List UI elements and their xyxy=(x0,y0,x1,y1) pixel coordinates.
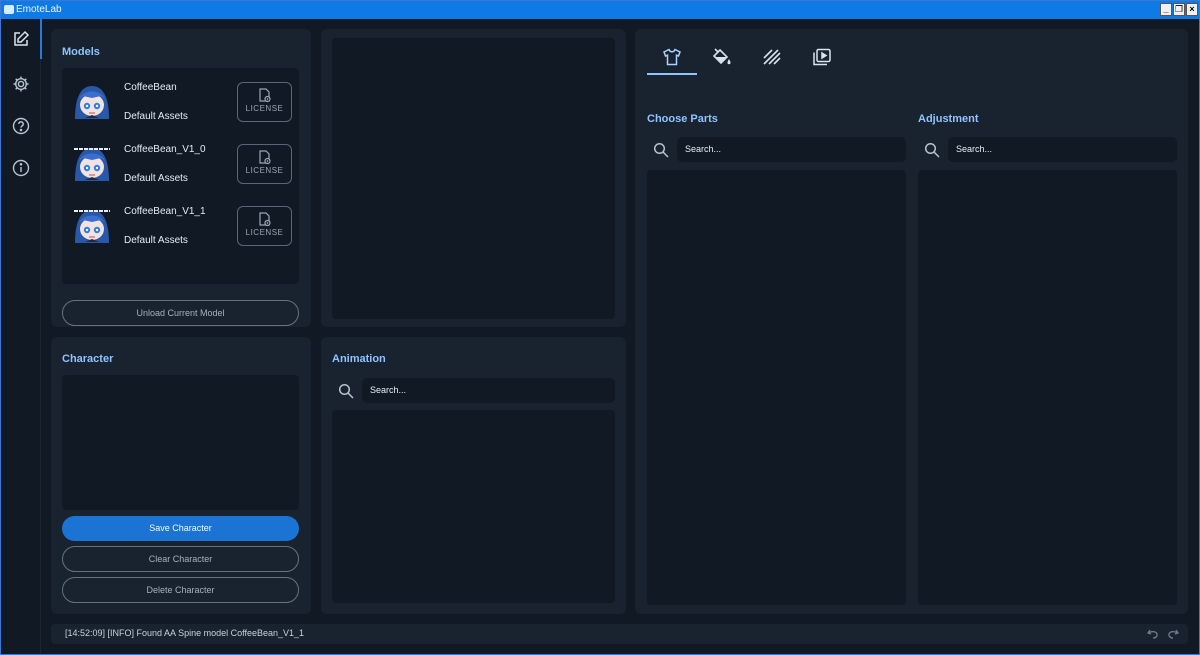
model-name: CoffeeBean_V1_0 xyxy=(124,144,206,155)
tab-pattern[interactable] xyxy=(747,39,797,75)
edit-icon xyxy=(14,30,30,46)
minimize-button[interactable]: _ xyxy=(1160,3,1172,16)
parts-search: Search... xyxy=(647,137,906,162)
tab-color[interactable] xyxy=(697,39,747,75)
tab-clothing[interactable] xyxy=(647,39,697,75)
title-bar: EmoteLab _ ❐ × xyxy=(1,1,1199,19)
nav-edit[interactable] xyxy=(1,19,42,59)
license-button[interactable]: LICENSE xyxy=(237,206,292,246)
status-log: [14:52:09] [INFO] Found AA Spine model C… xyxy=(65,628,304,638)
animation-list xyxy=(332,410,615,603)
nav-help[interactable] xyxy=(1,106,41,146)
model-name: CoffeeBean_V1_1 xyxy=(124,206,206,217)
models-panel: Models CoffeeBean Default Assets LICENSE… xyxy=(51,29,311,327)
redo-icon[interactable] xyxy=(1167,628,1179,640)
animation-search-input[interactable]: Search... xyxy=(362,378,615,403)
gear-icon xyxy=(13,76,29,92)
unload-model-button[interactable]: Unload Current Model xyxy=(62,300,299,326)
model-source: Default Assets xyxy=(124,111,188,122)
animation-panel: Animation Search... xyxy=(321,337,626,614)
tab-animation[interactable] xyxy=(797,39,847,75)
preview-panel xyxy=(321,29,626,327)
search-icon xyxy=(653,142,669,158)
close-button[interactable]: × xyxy=(1186,3,1198,16)
shirt-icon xyxy=(663,48,681,66)
app-logo-icon xyxy=(4,5,14,14)
license-file-icon xyxy=(258,150,271,165)
adjustment-search: Search... xyxy=(918,137,1177,162)
model-item[interactable]: CoffeeBean Default Assets LICENSE xyxy=(62,68,299,126)
search-icon xyxy=(924,142,940,158)
license-label: LICENSE xyxy=(245,104,284,113)
parts-list xyxy=(647,170,906,605)
nav-info[interactable] xyxy=(1,148,41,188)
license-file-icon xyxy=(258,212,271,227)
adjustment-list xyxy=(918,170,1177,605)
character-list xyxy=(62,375,299,510)
app-window: EmoteLab _ ❐ × Models CoffeeBean Default… xyxy=(0,0,1200,655)
nav-settings[interactable] xyxy=(1,64,41,104)
restore-button[interactable]: ❐ xyxy=(1173,3,1185,16)
choose-parts-title: Choose Parts xyxy=(647,113,718,125)
model-item[interactable]: CoffeeBean_V1_1 Default Assets LICENSE xyxy=(62,192,299,250)
license-label: LICENSE xyxy=(245,228,284,237)
model-item[interactable]: CoffeeBean_V1_0 Default Assets LICENSE xyxy=(62,130,299,188)
license-button[interactable]: LICENSE xyxy=(237,144,292,184)
model-name: CoffeeBean xyxy=(124,82,177,93)
model-avatar xyxy=(71,205,113,245)
status-bar: [14:52:09] [INFO] Found AA Spine model C… xyxy=(51,624,1188,644)
license-file-icon xyxy=(258,88,271,103)
model-source: Default Assets xyxy=(124,235,188,246)
adjustment-title: Adjustment xyxy=(918,113,979,125)
help-icon xyxy=(12,117,30,135)
model-avatar xyxy=(71,81,113,121)
animation-clip-icon xyxy=(813,48,831,66)
character-panel: Character Save Character Clear Character… xyxy=(51,337,311,614)
license-label: LICENSE xyxy=(245,166,284,175)
license-button[interactable]: LICENSE xyxy=(237,82,292,122)
model-list: CoffeeBean Default Assets LICENSE Coffee… xyxy=(62,68,299,284)
model-avatar xyxy=(71,143,113,183)
window-title: EmoteLab xyxy=(16,4,62,15)
nav-rail xyxy=(1,19,42,654)
model-source: Default Assets xyxy=(124,173,188,184)
paint-bucket-icon xyxy=(712,48,731,65)
animation-search: Search... xyxy=(332,378,615,403)
info-icon xyxy=(12,159,30,177)
save-character-button[interactable]: Save Character xyxy=(62,516,299,541)
client-area: Models CoffeeBean Default Assets LICENSE… xyxy=(1,19,1199,654)
adjustment-search-input[interactable]: Search... xyxy=(948,137,1177,162)
customize-panel: Choose Parts Search... Adjustment Search… xyxy=(635,29,1188,614)
undo-icon[interactable] xyxy=(1147,628,1159,640)
character-title: Character xyxy=(62,353,114,365)
clear-character-button[interactable]: Clear Character xyxy=(62,546,299,572)
parts-search-input[interactable]: Search... xyxy=(677,137,906,162)
search-icon xyxy=(338,383,354,399)
models-title: Models xyxy=(62,46,100,58)
pattern-icon xyxy=(763,49,781,65)
delete-character-button[interactable]: Delete Character xyxy=(62,577,299,603)
animation-title: Animation xyxy=(332,353,386,365)
model-preview-canvas[interactable] xyxy=(332,38,615,319)
